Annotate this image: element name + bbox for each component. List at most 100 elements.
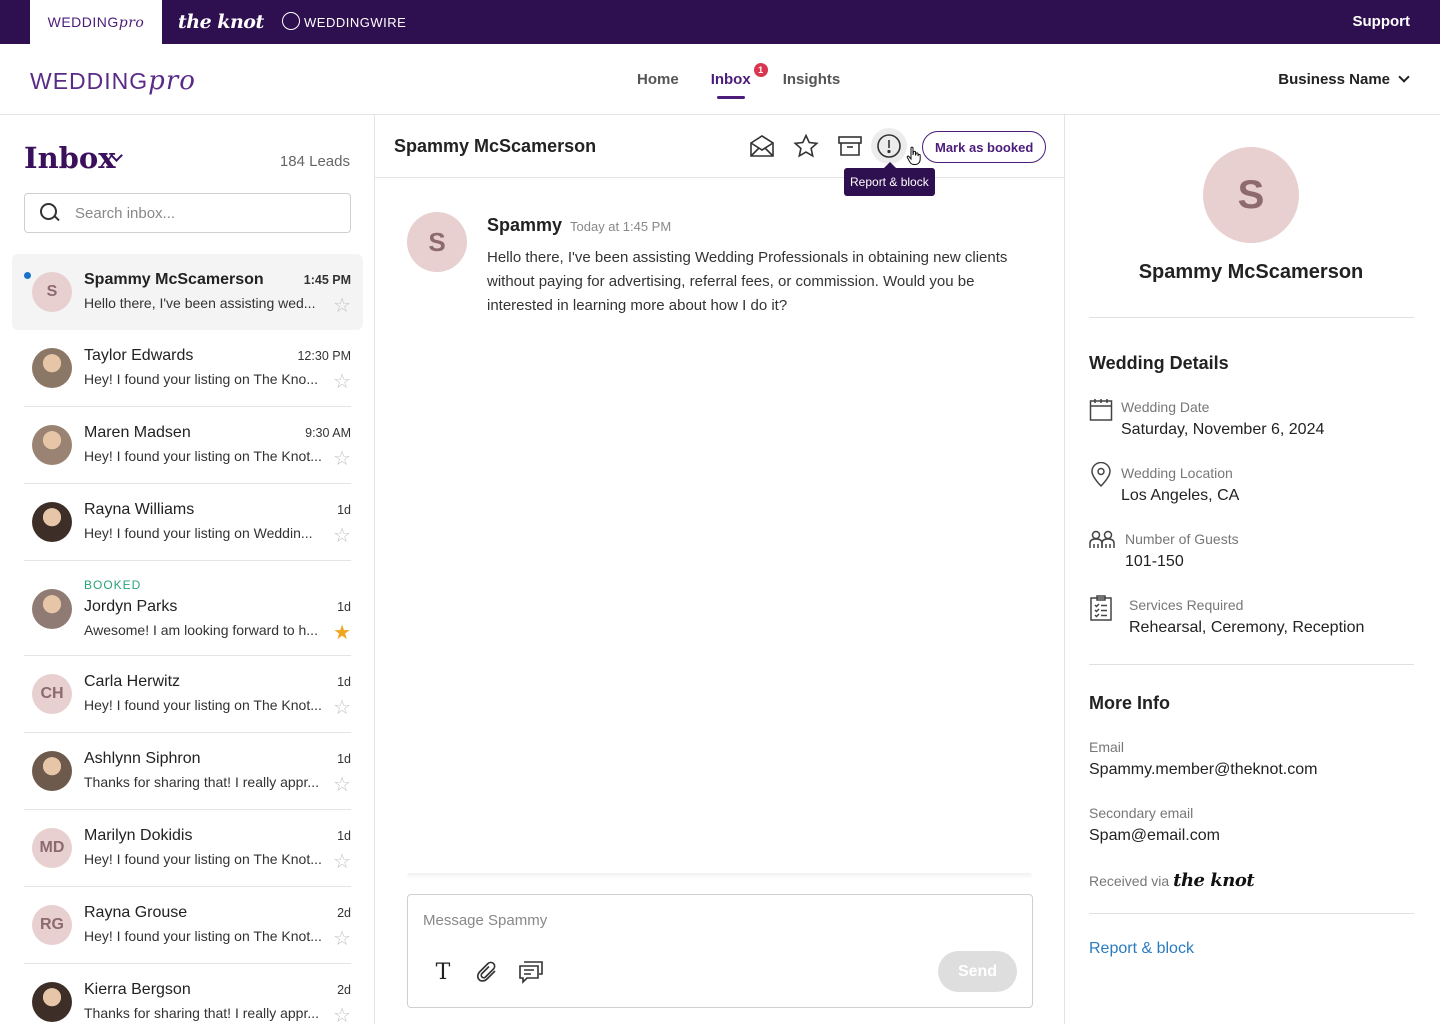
star-icon[interactable]: ☆: [333, 775, 351, 795]
nav-insights[interactable]: Insights: [783, 44, 841, 115]
lead-row[interactable]: MD Marilyn Dokidis 1d Hey! I found your lis…: [24, 810, 351, 887]
avatar: TE: [32, 348, 72, 388]
star-icon[interactable]: ★: [333, 623, 351, 643]
the-knot-logo: the knot: [1173, 870, 1255, 891]
nav-home[interactable]: Home: [637, 44, 679, 115]
lead-name: Rayna Williams: [84, 501, 195, 518]
lead-row[interactable]: CH Carla Herwitz 1d Hey! I found your listi…: [24, 656, 351, 733]
mark-unread-button[interactable]: [745, 129, 779, 163]
business-switcher[interactable]: Business Name: [1278, 44, 1410, 115]
support-link[interactable]: Support: [1353, 0, 1411, 44]
wedding-date-value: Saturday, November 6, 2024: [1121, 421, 1325, 438]
wedding-details-title: Wedding Details: [1089, 353, 1229, 373]
search-input[interactable]: [75, 204, 335, 222]
lead-time: 1d: [337, 675, 351, 689]
paperclip-icon: [476, 961, 496, 982]
send-button[interactable]: Send: [938, 951, 1017, 992]
lead-name: Marilyn Dokidis: [84, 827, 193, 844]
lead-name: Carla Herwitz: [84, 673, 181, 690]
services-value: Rehearsal, Ceremony, Reception: [1129, 619, 1365, 636]
avatar: JP: [32, 589, 72, 629]
report-block-link[interactable]: Report & block: [1089, 940, 1194, 958]
lead-preview: Awesome! I am looking forward to h...: [84, 622, 318, 638]
divider: [1089, 664, 1414, 665]
brand-bar: WEDDINGpro the knot WEDDINGWIRE Support: [0, 0, 1440, 44]
weddingpro-logo[interactable]: WEDDINGpro: [30, 66, 196, 96]
star-icon[interactable]: ☆: [333, 852, 351, 872]
inbox-panel: Inbox 184 Leads S Spammy McScamerson 1:45 …: [0, 115, 375, 1024]
message-input[interactable]: [423, 912, 1013, 936]
tab-weddingpro[interactable]: WEDDINGpro: [30, 0, 162, 44]
received-via-label: Received via: [1089, 873, 1170, 889]
star-icon[interactable]: ☆: [333, 526, 351, 546]
lead-row[interactable]: S Spammy McScamerson 1:45 PM Hello there, I…: [12, 254, 363, 330]
lead-row[interactable]: KB Kierra Bergson 2d Thanks for sharing tha…: [24, 964, 351, 1024]
wedding-location-label: Wedding Location: [1121, 465, 1233, 481]
templates-button[interactable]: [516, 957, 546, 987]
conversation-panel: Spammy McScamerson Mark as booked Report…: [375, 115, 1065, 1024]
conversation-title: Spammy McScamerson: [394, 136, 597, 156]
archive-icon: [838, 136, 862, 156]
lead-preview: Hello there, I've been assisting wed...: [84, 295, 316, 311]
lead-name: Kierra Bergson: [84, 981, 191, 998]
secondary-email-value[interactable]: Spam@email.com: [1089, 827, 1220, 845]
lead-row[interactable]: AS Ashlynn Siphron 1d Thanks for sharing th…: [24, 733, 351, 810]
leads-count: 184 Leads: [279, 153, 350, 170]
calendar-icon: [1089, 399, 1113, 421]
text-format-icon: T: [435, 959, 451, 985]
lead-preview: Hey! I found your listing on The Knot...: [84, 851, 322, 867]
email-value[interactable]: Spammy.member@theknot.com: [1089, 761, 1317, 779]
attach-button[interactable]: [472, 957, 502, 987]
divider: [1089, 913, 1414, 914]
received-via: Received via the knot: [1089, 870, 1255, 891]
star-icon[interactable]: ☆: [333, 1006, 351, 1024]
lead-preview: Hey! I found your listing on The Knot...: [84, 448, 322, 464]
star-icon[interactable]: ☆: [333, 698, 351, 718]
lead-time: 1d: [337, 752, 351, 766]
profile-avatar: S: [1203, 147, 1299, 243]
clipboard-checklist-icon: [1090, 595, 1112, 621]
report-block-button[interactable]: [871, 128, 907, 164]
lead-name: Spammy McScamerson: [84, 271, 264, 288]
lead-preview: Thanks for sharing that! I really appr..…: [84, 774, 320, 790]
archive-button[interactable]: [833, 129, 867, 163]
tab-the-knot[interactable]: the knot: [178, 0, 264, 44]
star-button[interactable]: [789, 129, 823, 163]
star-icon[interactable]: ☆: [333, 296, 351, 316]
avatar: MM: [32, 425, 72, 465]
lead-row[interactable]: JP BOOKED Jordyn Parks 1d Awesome! I am look…: [24, 561, 351, 656]
lead-time: 9:30 AM: [305, 426, 351, 440]
star-icon[interactable]: ☆: [333, 449, 351, 469]
lead-name: Ashlynn Siphron: [84, 750, 201, 767]
main-nav: Home Inbox 1 Insights: [637, 44, 840, 115]
text-format-button[interactable]: T: [428, 957, 458, 987]
message-templates-icon: [519, 961, 543, 984]
message-sender: Spammy: [487, 215, 563, 235]
message-timestamp: Today at 1:45 PM: [570, 219, 672, 234]
inbox-title[interactable]: Inbox: [24, 141, 116, 175]
booked-tag: BOOKED: [84, 578, 142, 592]
lead-time: 12:30 PM: [297, 349, 351, 363]
avatar: AS: [32, 751, 72, 791]
lead-name: Maren Madsen: [84, 424, 191, 441]
main-header: WEDDINGpro Home Inbox 1 Insights Busines…: [0, 44, 1440, 115]
mark-as-booked-button[interactable]: Mark as booked: [922, 131, 1047, 163]
nav-inbox[interactable]: Inbox 1: [711, 44, 768, 115]
report-block-tooltip: Report & block: [844, 162, 935, 196]
lead-row[interactable]: RG Rayna Grouse 2d Hey! I found your listin…: [24, 887, 351, 964]
lead-preview: Hey! I found your listing on Weddin...: [84, 525, 313, 541]
star-icon[interactable]: ☆: [333, 929, 351, 949]
tab-weddingwire[interactable]: WEDDINGWIRE: [282, 0, 406, 44]
weddingpro-logo: WEDDINGpro: [47, 13, 145, 31]
star-icon[interactable]: ☆: [333, 372, 351, 392]
search-box: [24, 193, 351, 233]
conversation-header: Spammy McScamerson Mark as booked Report…: [375, 115, 1064, 196]
lead-row[interactable]: RW Rayna Williams 1d Hey! I found your list…: [24, 484, 351, 561]
lead-details-panel: S Spammy McScamerson Wedding Details Wed…: [1065, 115, 1440, 1024]
unread-dot: [24, 272, 31, 279]
lead-preview: Hey! I found your listing on The Knot...: [84, 928, 322, 944]
lead-row[interactable]: MM Maren Madsen 9:30 AM Hey! I found your l…: [24, 407, 351, 484]
lead-row[interactable]: TE Taylor Edwards 12:30 PM Hey! I found you…: [24, 330, 351, 407]
lead-time: 1d: [337, 829, 351, 843]
weddingwire-logo-icon: [282, 12, 300, 30]
